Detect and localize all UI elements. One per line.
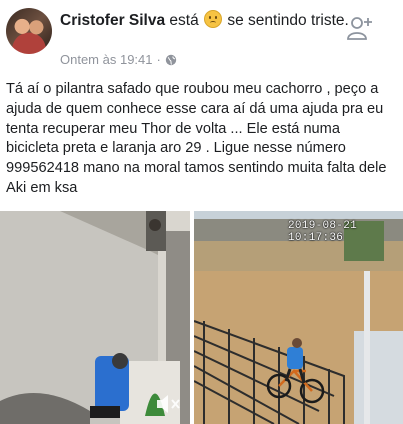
video-timestamp: 2019-08-21 10:17:36 [288,220,358,244]
author-name[interactable]: Cristofer Silva [60,12,165,29]
photo-cctv-wall[interactable] [0,211,190,424]
post-photos: 2019-08-21 10:17:36 [0,211,403,424]
mute-icon[interactable] [154,391,182,417]
feeling-text: se sentindo triste. [227,12,349,29]
post-header: Cristofer Silva está se sentindo triste. [60,10,350,31]
post-timestamp[interactable]: Ontem às 19:41 [60,52,153,67]
meta-separator: · [156,52,161,67]
sad-face-icon [204,10,223,28]
post-meta: Ontem às 19:41 · [60,52,177,67]
photo-cctv-street[interactable]: 2019-08-21 10:17:36 [194,211,403,424]
feeling-prefix: está [169,12,199,29]
post-body: Tá aí o pilantra safado que roubou meu c… [6,81,387,196]
globe-icon [165,54,177,65]
add-friend-icon[interactable] [346,14,374,42]
author-avatar[interactable] [6,8,52,54]
